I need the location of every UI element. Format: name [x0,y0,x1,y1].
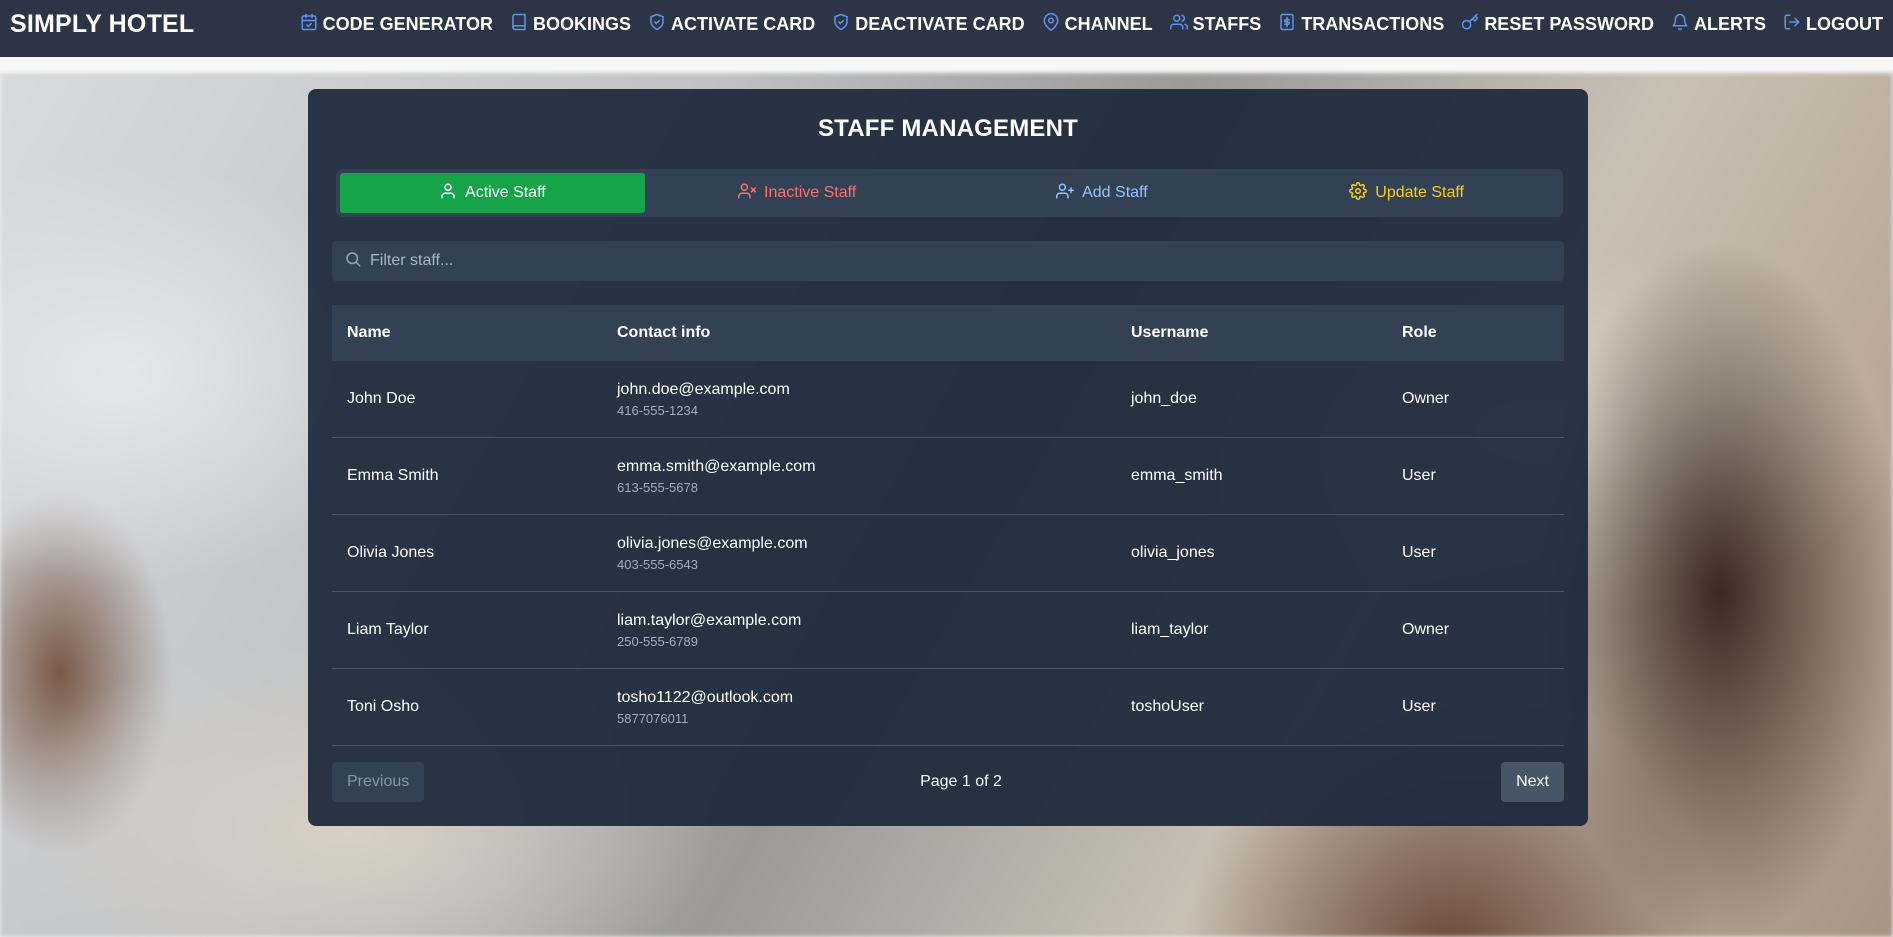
staff-name: Olivia Jones [347,544,435,561]
staff-contact: emma.smith@example.com 613-555-5678 [602,458,1116,495]
tab-label: Inactive Staff [764,184,857,201]
shield-check-icon [648,13,666,36]
table-row[interactable]: Toni Osho tosho1122@outlook.com 58770760… [332,669,1564,746]
staff-email: john.doe@example.com [617,380,790,398]
book-icon [510,13,528,36]
nav-link-label: RESET PASSWORD [1484,14,1654,34]
nav-link-activate-card[interactable]: ACTIVATE CARD [648,13,815,36]
column-header-username[interactable]: Username [1116,324,1387,342]
nav-link-logout[interactable]: LOGOUT [1783,13,1883,36]
staff-email: olivia.jones@example.com [617,534,808,552]
tab-label: Add Staff [1082,184,1148,201]
nav-link-transactions[interactable]: TRANSACTIONS [1278,13,1444,36]
staff-contact: tosho1122@outlook.com 5877076011 [602,689,1116,726]
staff-email: tosho1122@outlook.com [617,688,794,706]
staff-phone: 416-555-1234 [617,402,698,418]
next-button[interactable]: Next [1501,762,1564,802]
bell-icon [1671,13,1689,36]
tab-label: Update Staff [1375,184,1464,201]
user-icon [439,182,457,205]
search-icon [344,250,362,273]
nav-link-alerts[interactable]: ALERTS [1671,13,1766,36]
column-header-contact[interactable]: Contact info [602,324,1116,342]
navbar-divider [0,57,1893,73]
tab-active-staff[interactable]: Active Staff [340,173,645,213]
shield-icon [832,13,850,36]
user-plus-icon [1056,182,1075,205]
nav-link-staffs[interactable]: STAFFS [1169,13,1262,36]
staff-username: olivia_jones [1131,544,1215,561]
staff-contact: olivia.jones@example.com 403-555-6543 [602,535,1116,572]
tab-add-staff[interactable]: Add Staff [950,173,1255,213]
column-header-role[interactable]: Role [1387,324,1564,342]
staff-phone: 250-555-6789 [617,633,698,649]
nav-link-label: LOGOUT [1806,14,1883,34]
nav-link-label: CODE GENERATOR [322,14,493,34]
staff-username: toshoUser [1131,698,1204,715]
table-header: Name Contact info Username Role [332,305,1564,361]
nav-link-label: CHANNEL [1064,14,1153,34]
key-icon [1461,13,1479,36]
staff-username: john_doe [1131,390,1197,407]
previous-button[interactable]: Previous [332,762,425,802]
top-navbar: SIMPLY HOTEL CODE GENERATOR BOOKINGS ACT… [0,0,1893,57]
staff-name: Emma Smith [347,467,439,484]
staff-name: Toni Osho [347,698,420,715]
receipt-icon [1278,13,1296,36]
tab-update-staff[interactable]: Update Staff [1254,173,1559,213]
staff-tabs: Active Staff Inactive Staff Add Staff Up… [336,169,1563,217]
staff-management-panel: STAFF MANAGEMENT Active Staff Inactive S… [308,89,1588,826]
staff-role: User [1402,698,1436,715]
nav-link-deactivate-card[interactable]: DEACTIVATE CARD [832,13,1025,36]
search-input[interactable] [370,242,1564,280]
staff-role: Owner [1402,390,1450,407]
staff-search-box [332,241,1564,281]
staff-phone: 403-555-6543 [617,556,698,572]
page-title: STAFF MANAGEMENT [817,115,1079,142]
staff-email: emma.smith@example.com [617,457,816,475]
nav-link-label: ACTIVATE CARD [670,14,816,34]
staff-phone: 613-555-5678 [617,479,698,495]
user-x-icon [738,182,757,205]
gear-icon [1349,181,1368,205]
staff-phone: 5877076011 [617,710,689,726]
staff-table: Name Contact info Username Role John Doe… [332,305,1564,746]
table-row[interactable]: John Doe john.doe@example.com 416-555-12… [332,361,1564,438]
table-row[interactable]: Emma Smith emma.smith@example.com 613-55… [332,438,1564,515]
staff-email: liam.taylor@example.com [617,611,802,629]
map-pin-icon [1042,13,1060,36]
nav-link-label: STAFFS [1192,14,1262,34]
staff-role: User [1402,467,1436,484]
table-row[interactable]: Liam Taylor liam.taylor@example.com 250-… [332,592,1564,669]
staff-name: Liam Taylor [347,621,429,638]
nav-links: CODE GENERATOR BOOKINGS ACTIVATE CARD DE… [283,13,1883,36]
brand-logo[interactable]: SIMPLY HOTEL [10,10,194,39]
nav-link-code-generator[interactable]: CODE GENERATOR [300,13,493,36]
users-icon [1169,13,1188,36]
pagination: Page 1 of 2 Previous Next [332,762,1564,802]
nav-link-label: ALERTS [1694,14,1766,34]
nav-link-label: TRANSACTIONS [1301,14,1445,34]
nav-link-label: DEACTIVATE CARD [855,14,1025,34]
nav-link-label: BOOKINGS [532,14,631,34]
table-row[interactable]: Olivia Jones olivia.jones@example.com 40… [332,515,1564,592]
staff-contact: john.doe@example.com 416-555-1234 [602,381,1116,418]
staff-name: John Doe [347,390,416,407]
nav-link-bookings[interactable]: BOOKINGS [510,13,631,36]
staff-username: emma_smith [1131,467,1223,484]
page-indicator: Page 1 of 2 [920,773,1002,790]
logout-icon [1783,13,1801,36]
tab-inactive-staff[interactable]: Inactive Staff [645,173,950,213]
staff-role: Owner [1402,621,1450,638]
calendar-icon [300,13,318,36]
nav-link-reset-password[interactable]: RESET PASSWORD [1461,13,1654,36]
staff-role: User [1402,544,1436,561]
column-header-name[interactable]: Name [332,324,602,342]
staff-contact: liam.taylor@example.com 250-555-6789 [602,612,1116,649]
tab-label: Active Staff [465,184,546,201]
nav-link-channel[interactable]: CHANNEL [1042,13,1153,36]
staff-username: liam_taylor [1131,621,1209,638]
